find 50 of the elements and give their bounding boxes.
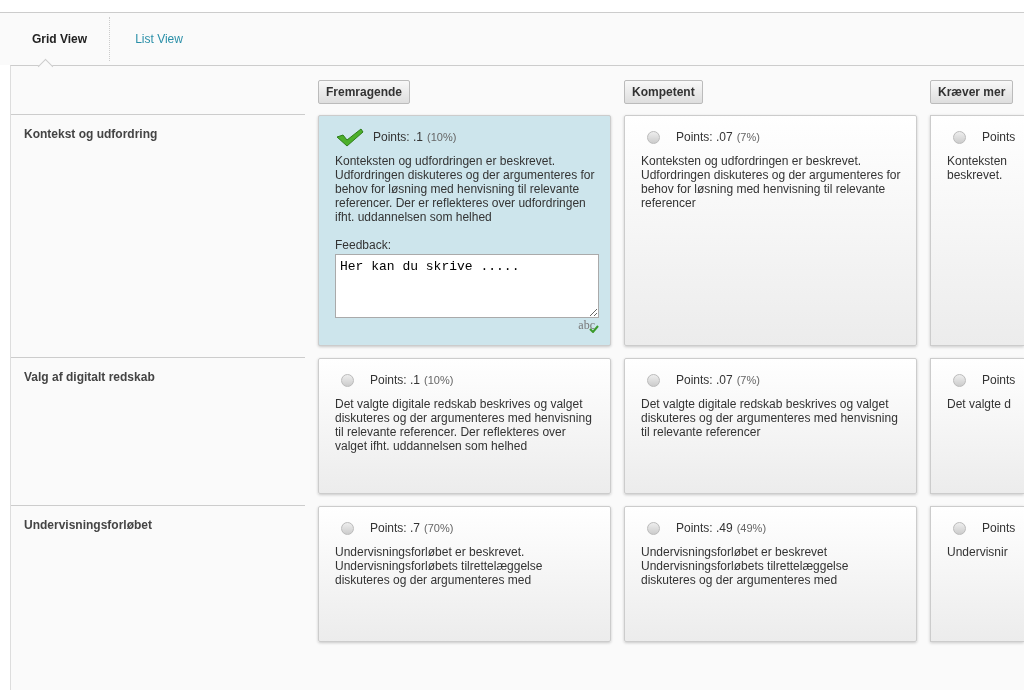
points-label: Points: .1 — [370, 373, 421, 387]
radio-button[interactable] — [953, 521, 966, 535]
radio-button[interactable] — [647, 521, 660, 535]
rubric-cell[interactable]: Points: .07 (7%) Konteksten og udfordringen er beskrevet. Udfordringen diskuteres og der argumenteres for behov for løsning med henvisning til relevante referencer — [624, 115, 917, 346]
radio-button[interactable] — [647, 373, 660, 387]
rubric-cell[interactable]: Points Konteksten beskrevet. — [930, 115, 1024, 346]
criterion-description: Undervisningsforløbet er beskrevet. Undervisningsforløbets tilrettelæggelse diskuteres og der argumenteres med — [335, 545, 544, 587]
points-label: Points — [982, 130, 1016, 144]
points-label: Points: .07 — [676, 373, 733, 387]
criterion-description: Undervisningsforløbet er beskrevet Undervisningsforløbets tilrettelæggelse diskuteres og der argumenteres med — [641, 545, 850, 587]
points-label: Points: .7 — [370, 521, 421, 535]
criterion-description: Konteksten og udfordringen er beskrevet. Udfordringen diskuteres og der argumenteres for behov for løsning med henvisning til relevante referencer — [641, 154, 902, 210]
radio-button[interactable] — [341, 521, 354, 535]
level-header: Kompetent — [624, 80, 703, 104]
percent-label: (10%) — [424, 374, 454, 386]
rubric-cell[interactable]: Points: .1 (10%) Det valgte digitale redskab beskrives og valget diskuteres og der argumenteres med henvisning til relevante referencer. Der reflekteres over valget ifht. uddannelsen som helhed — [318, 358, 611, 494]
percent-label: (49%) — [736, 522, 767, 534]
level-header: Kræver mer — [930, 80, 1014, 104]
criterion-description: Det valgte digitale redskab beskrives og valget diskuteres og der argumenteres med henvisning til relevante referencer. Der reflekteres over valget ifht. uddannelsen som helhed — [335, 397, 593, 453]
rubric-cell[interactable]: Points Undervisnir — [930, 506, 1024, 642]
feedback-label: Feedback: — [335, 238, 393, 252]
view-tab[interactable]: List View — [113, 13, 205, 65]
rubric-cell[interactable]: Points Det valgte d — [930, 358, 1024, 494]
level-header: Fremragende — [318, 80, 411, 104]
rubric-cell[interactable]: Points: .49 (49%) Undervisningsforløbet er beskrevet Undervisningsforløbets tilrettelæggelse diskuteres og der argumenteres med — [624, 506, 917, 642]
points-label: Points: .1 — [373, 130, 424, 144]
criterion-label: Valg af digitalt redskab — [24, 370, 155, 384]
radio-button[interactable] — [953, 130, 966, 144]
rubric-cell[interactable]: Points: .7 (70%) Undervisningsforløbet er beskrevet. Undervisningsforløbets tilrettelæggelse diskuteres og der argumenteres med — [318, 506, 611, 642]
points-label: Points: .49 — [676, 521, 733, 535]
criterion-label: Kontekst og udfordring — [24, 127, 158, 141]
radio-button[interactable] — [953, 373, 966, 387]
criterion-description: Konteksten beskrevet. — [947, 154, 1009, 182]
feedback-field[interactable]: Her kan du skrive ..... — [335, 254, 599, 318]
percent-label: (70%) — [424, 522, 454, 534]
percent-label: (7%) — [736, 374, 760, 386]
criterion-description: Det valgte digitale redskab beskrives og valget diskuteres og der argumenteres med henvisning til relevante referencer — [641, 397, 899, 439]
criterion-description: Undervisnir — [947, 545, 1009, 559]
radio-button[interactable] — [341, 373, 354, 387]
points-label: Points — [982, 373, 1016, 387]
rubric-cell[interactable]: Points: .07 (7%) Det valgte digitale redskab beskrives og valget diskuteres og der argumenteres med henvisning til relevante referencer — [624, 358, 917, 494]
percent-label: (7%) — [736, 131, 760, 143]
points-label: Points — [982, 521, 1016, 535]
criterion-description: Det valgte d — [947, 397, 1013, 411]
criterion-description: Konteksten og udfordringen er beskrevet. Udfordringen diskuteres og der argumenteres for behov for løsning med henvisning til relevante referencer. Der er reflekteres over udfordringen ifht. uddannelsen som helhed — [335, 154, 596, 224]
points-label: Points: .07 — [676, 130, 733, 144]
criterion-label: Undervisningsforløbet — [24, 518, 152, 532]
radio-button[interactable] — [647, 130, 660, 144]
percent-label: (10%) — [427, 131, 457, 143]
rubric-cell[interactable] — [318, 115, 611, 346]
